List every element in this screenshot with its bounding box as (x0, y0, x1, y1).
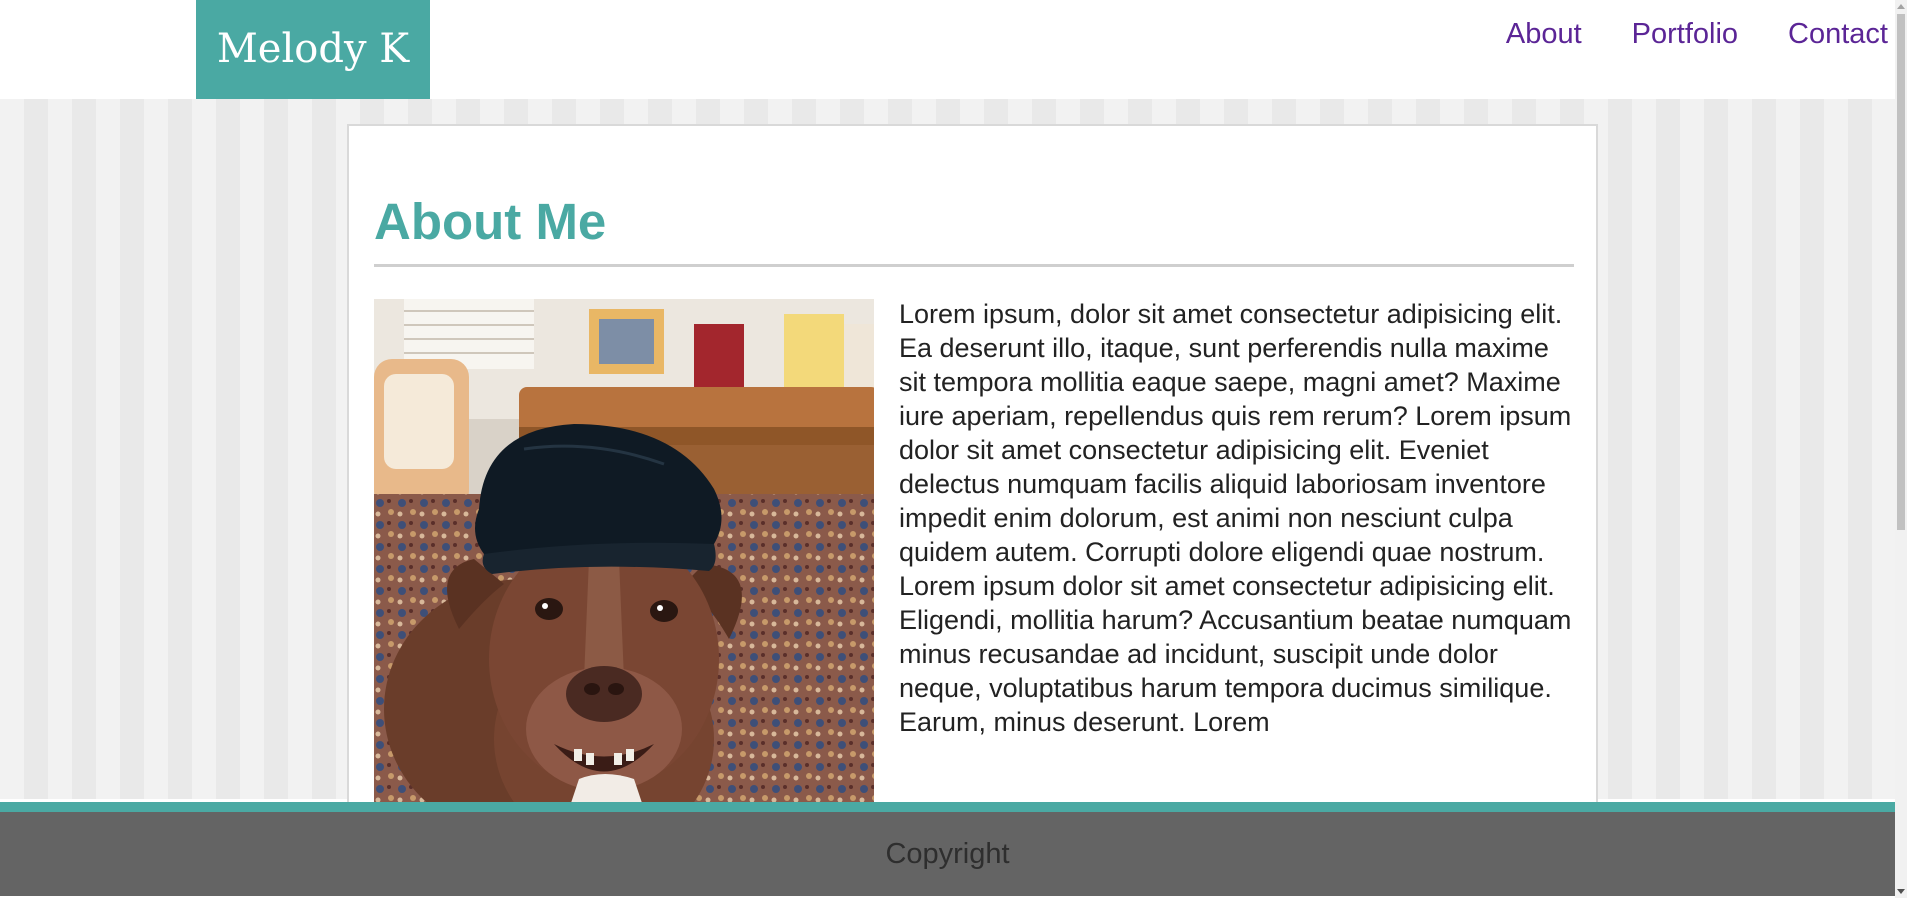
main-nav: About Portfolio Contact (1456, 0, 1888, 68)
nav-link-about[interactable]: About (1506, 18, 1582, 51)
scrollbar-thumb[interactable] (1897, 14, 1905, 530)
site-header: Melody K About Portfolio Contact (0, 0, 1895, 99)
about-paragraph: Lorem ipsum, dolor sit amet consectetur … (899, 299, 1572, 567)
site-footer: Copyright (0, 802, 1895, 896)
dog-photo (374, 299, 874, 809)
site-logo[interactable]: Melody K (196, 0, 430, 99)
about-text: Lorem ipsum, dolor sit amet consectetur … (899, 297, 1579, 739)
nav-link-contact[interactable]: Contact (1788, 18, 1888, 51)
scroll-up-icon[interactable] (1897, 4, 1905, 9)
page-title: About Me (374, 193, 607, 250)
nav-link-portfolio[interactable]: Portfolio (1632, 18, 1738, 51)
scroll-down-icon[interactable] (1897, 889, 1905, 894)
copyright-text: Copyright (885, 838, 1010, 870)
page-scrollbar[interactable] (1895, 0, 1907, 898)
about-paragraph: Lorem ipsum dolor sit amet consectetur a… (899, 571, 1572, 737)
about-card: About Me Lorem ipsum, dolor sit amet con… (347, 124, 1598, 814)
title-divider (374, 264, 1574, 267)
